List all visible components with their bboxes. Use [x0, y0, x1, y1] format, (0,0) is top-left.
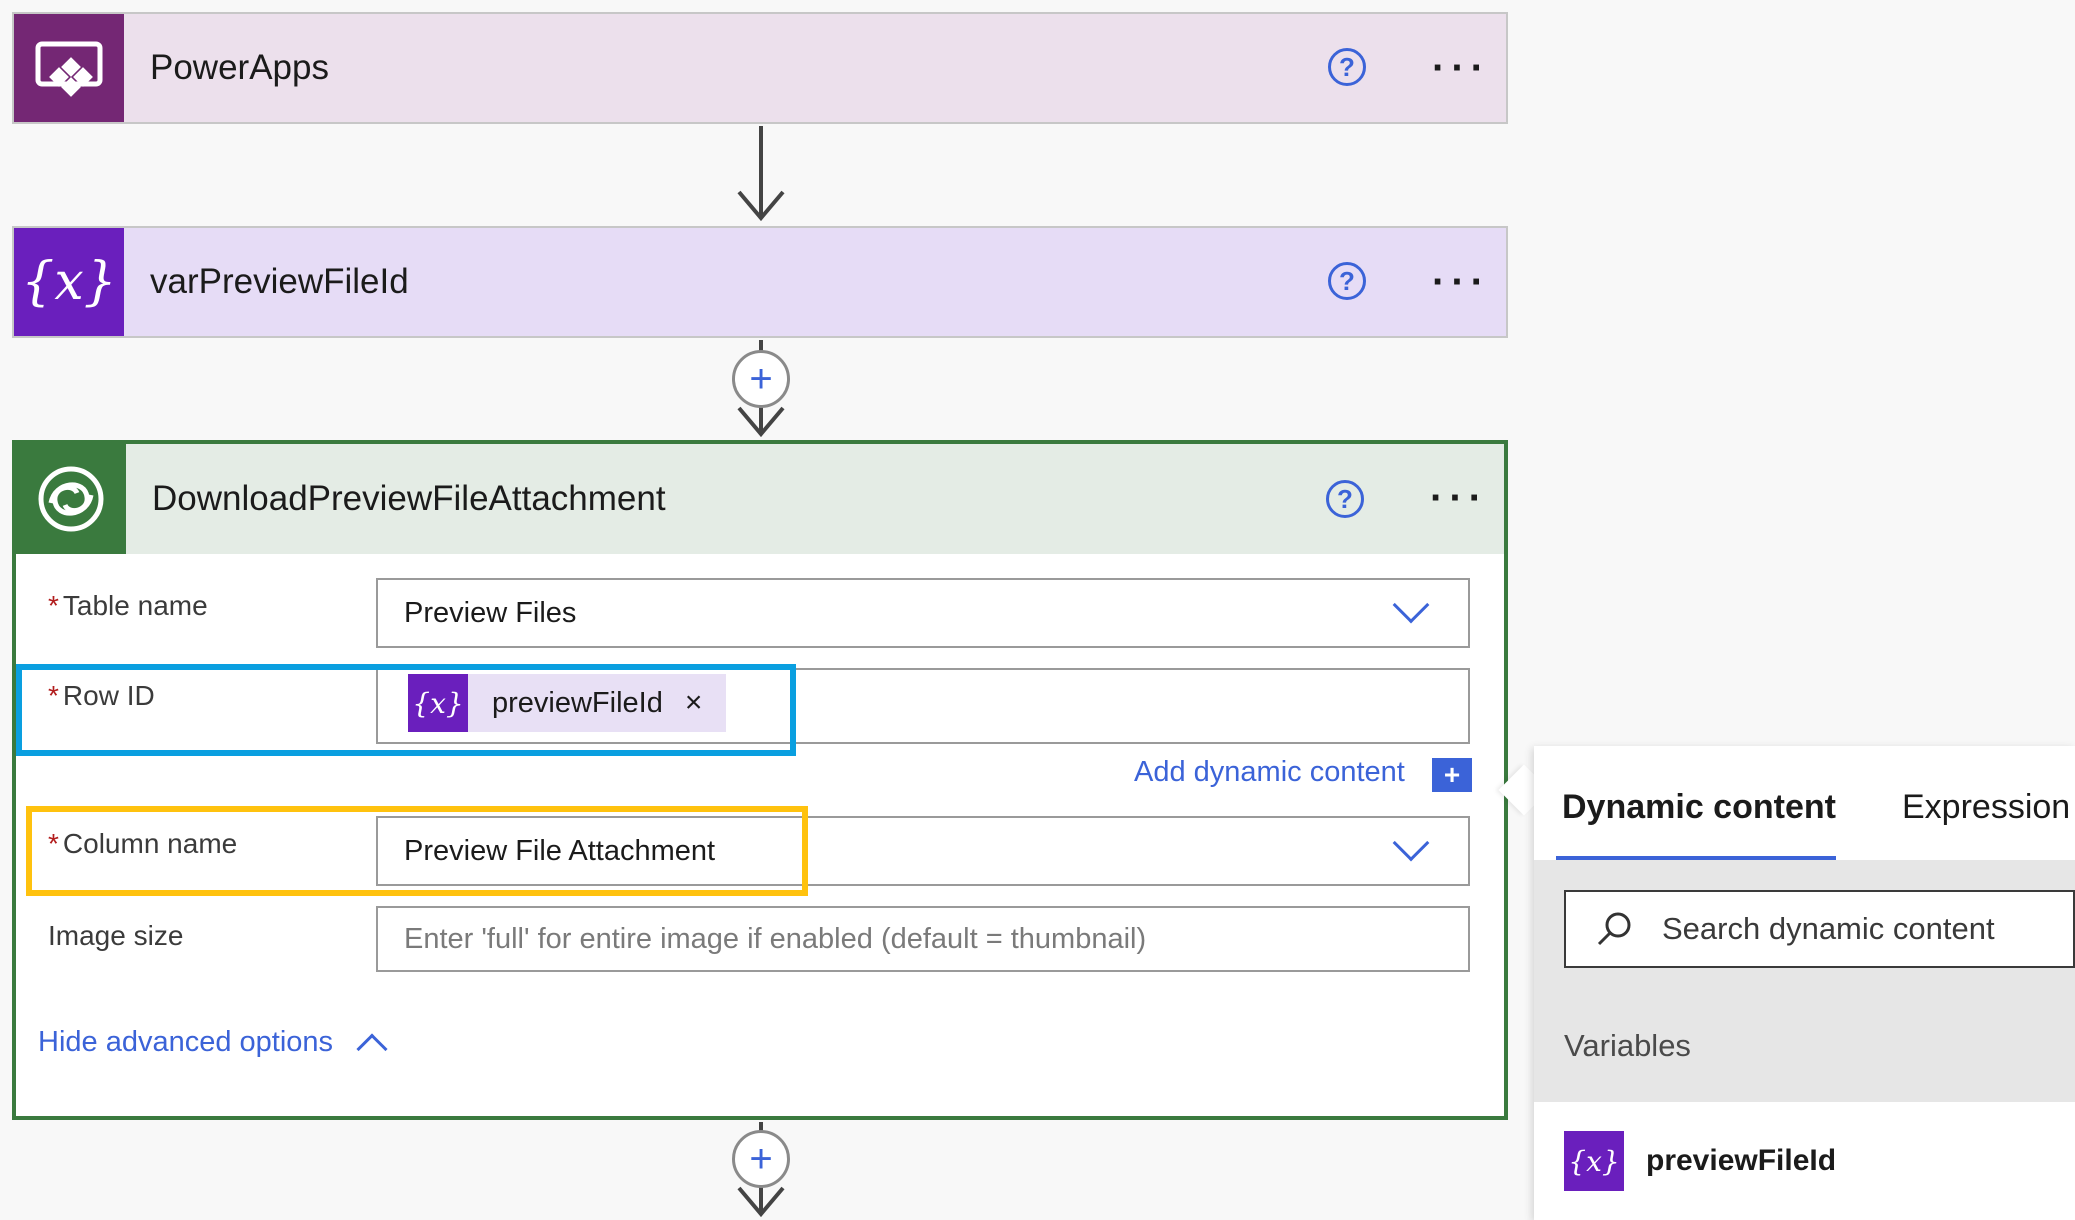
search-placeholder: Search dynamic content: [1662, 911, 1995, 946]
highlight-row-id: [16, 664, 796, 756]
list-item[interactable]: {x} previewFileId: [1534, 1102, 2075, 1220]
arrow-down-icon: [737, 1186, 785, 1218]
help-icon[interactable]: ?: [1326, 480, 1364, 518]
step-title: PowerApps: [150, 48, 329, 87]
help-icon[interactable]: ?: [1328, 48, 1366, 86]
tab-dynamic-content[interactable]: Dynamic content: [1562, 788, 1836, 827]
tab-expression[interactable]: Expression: [1902, 788, 2070, 827]
image-size-input[interactable]: Enter 'full' for entire image if enabled…: [376, 906, 1470, 972]
hide-advanced-options-link[interactable]: Hide advanced options: [38, 1024, 388, 1065]
variable-icon: {x}: [1564, 1131, 1624, 1191]
image-size-placeholder: Enter 'full' for entire image if enabled…: [404, 922, 1147, 955]
list-item-label: previewFileId: [1646, 1144, 1837, 1177]
chevron-down-icon: [1392, 824, 1430, 862]
highlight-column-name: [26, 806, 808, 896]
step-card-powerapps[interactable]: PowerApps ? ···: [12, 12, 1508, 124]
variable-icon: {x}: [14, 228, 124, 336]
table-name-label: * Table name: [48, 590, 208, 621]
add-dynamic-content-icon[interactable]: +: [1432, 758, 1472, 792]
more-options-icon[interactable]: ···: [1432, 48, 1490, 88]
insert-step-button[interactable]: +: [732, 350, 790, 408]
dynamic-content-panel: Dynamic content Expression Search dynami…: [1534, 746, 2075, 1220]
search-icon: [1597, 912, 1631, 946]
required-mark: *: [48, 590, 59, 621]
arrow-down-icon: [737, 190, 785, 222]
more-options-icon[interactable]: ···: [1432, 262, 1490, 302]
step-title: DownloadPreviewFileAttachment: [152, 479, 666, 518]
image-size-label: Image size: [48, 920, 184, 951]
table-name-dropdown[interactable]: Preview Files: [376, 578, 1470, 648]
powerapps-icon: [14, 14, 124, 122]
table-name-value: Preview Files: [404, 596, 577, 629]
insert-step-button[interactable]: +: [732, 1130, 790, 1188]
search-input[interactable]: Search dynamic content: [1564, 890, 2075, 968]
help-icon[interactable]: ?: [1328, 262, 1366, 300]
section-header-variables: Variables: [1534, 990, 2075, 1102]
add-dynamic-content-link[interactable]: Add dynamic content: [1134, 756, 1405, 789]
step-title: varPreviewFileId: [150, 262, 409, 301]
arrow-down-icon: [737, 406, 785, 438]
chevron-up-icon: [356, 1033, 388, 1065]
more-options-icon[interactable]: ···: [1430, 478, 1488, 518]
step-card-variable[interactable]: {x} varPreviewFileId ? ···: [12, 226, 1508, 338]
dataverse-icon: [16, 444, 126, 554]
chevron-down-icon: [1392, 586, 1430, 624]
